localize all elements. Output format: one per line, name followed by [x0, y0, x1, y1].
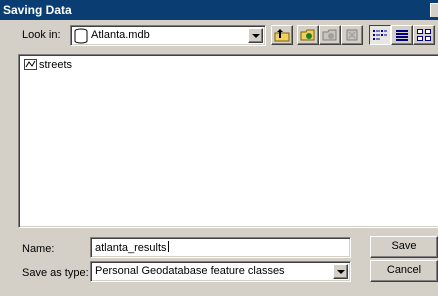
up-one-level-icon [274, 29, 290, 42]
look-in-value: Atlanta.mdb [91, 29, 150, 41]
delete-button[interactable] [341, 25, 363, 45]
look-in-combo[interactable]: Atlanta.mdb [70, 25, 266, 46]
file-list[interactable]: streets [18, 54, 438, 228]
save-as-type-select[interactable]: Personal Geodatabase feature classes [90, 261, 351, 282]
name-field[interactable]: atlanta_results [90, 237, 351, 258]
name-label: Name: [22, 243, 55, 255]
up-one-level-button[interactable] [271, 25, 293, 45]
look-in-label: Look in: [22, 29, 61, 41]
details-view-icon [396, 30, 408, 41]
save-as-type-label: Save as type: [22, 267, 89, 279]
cancel-button[interactable]: Cancel [370, 260, 438, 282]
close-button[interactable] [430, 3, 438, 17]
connect-to-folder-icon [300, 29, 315, 41]
details-view-button[interactable] [391, 25, 413, 45]
connect-to-folder-button[interactable] [297, 25, 319, 45]
disconnect-folder-button[interactable] [319, 25, 341, 45]
line-feature-class-icon [24, 59, 37, 70]
window-title: Saving Data [3, 3, 72, 17]
title-bar: Saving Data [0, 0, 438, 20]
thumbnails-view-button[interactable] [413, 25, 435, 45]
look-in-dropdown-button[interactable] [248, 28, 263, 43]
disconnect-folder-icon [322, 29, 337, 41]
name-value: atlanta_results [95, 241, 169, 254]
database-icon [74, 28, 88, 44]
list-item-label: streets [39, 59, 73, 71]
save-button[interactable]: Save [370, 236, 438, 258]
list-view-button[interactable] [369, 25, 391, 45]
save-as-type-dropdown-button[interactable] [333, 264, 348, 279]
delete-icon [346, 29, 358, 41]
save-as-type-value: Personal Geodatabase feature classes [95, 265, 285, 277]
list-view-icon [373, 30, 387, 40]
thumbnails-view-icon [417, 29, 431, 41]
